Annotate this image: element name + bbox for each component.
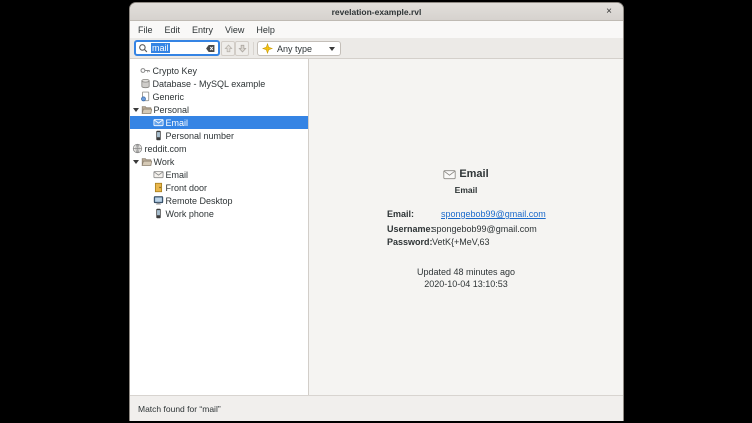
globe-icon [132,143,143,154]
tree-item-database-mysql[interactable]: Database - MySQL example [130,77,308,90]
entry-details-panel: Email Email Email: spongebob99@gmail.com… [309,59,623,395]
email-field-label: Email: [387,209,414,219]
status-message: Match found for “mail” [138,404,221,414]
close-icon[interactable]: × [602,4,616,18]
type-filter-value: Any type [277,44,329,54]
search-input[interactable]: mail [134,40,220,56]
folder-icon [141,104,152,115]
phone-icon [153,208,164,219]
monitor-icon [153,195,164,206]
search-input-value: mail [151,43,170,53]
tree-item-crypto-key[interactable]: Crypto Key [130,64,308,77]
expander-icon[interactable] [133,108,139,112]
tree-item-work-folder[interactable]: Work [130,155,308,168]
tree-item-personal-folder[interactable]: Personal [130,103,308,116]
any-type-star-icon [262,43,273,54]
window-title: revelation-example.rvl [332,7,422,17]
search-icon [138,43,149,54]
database-icon [140,78,151,89]
username-field-label: Username: [387,224,434,234]
menu-file[interactable]: File [132,21,159,38]
email-icon [443,169,456,180]
password-value: VetK{+MeV,63 [432,237,489,247]
tree-item-reddit[interactable]: reddit.com [130,142,308,155]
tree-item-email-personal[interactable]: Email [130,116,308,129]
find-previous-button[interactable] [221,41,235,56]
phone-icon [153,130,164,141]
menu-help[interactable]: Help [250,21,281,38]
email-icon [153,117,164,128]
toolbar: mail An [130,38,623,59]
username-value: spongebob99@gmail.com [432,224,537,234]
arrow-up-icon [223,43,234,54]
tree-item-remote-desktop[interactable]: Remote Desktop [130,194,308,207]
entry-title-row: Email [309,168,623,180]
door-icon [153,182,164,193]
chevron-down-icon [329,47,335,51]
email-icon [153,169,164,180]
desktop-background: revelation-example.rvl × File Edit Entry… [0,0,752,423]
expander-icon[interactable] [133,160,139,164]
tree-item-email-work[interactable]: Email [130,168,308,181]
menu-edit[interactable]: Edit [159,21,187,38]
menu-entry[interactable]: Entry [186,21,219,38]
tree-item-front-door[interactable]: Front door [130,181,308,194]
password-field-label: Password: [387,237,433,247]
clear-search-icon[interactable] [205,43,216,54]
entry-tree: Crypto Key Database - MySQL example Gene… [130,59,309,395]
type-filter-dropdown[interactable]: Any type [257,41,341,56]
menu-view[interactable]: View [219,21,250,38]
key-icon [140,65,151,76]
arrow-down-icon [237,43,248,54]
tree-item-generic[interactable]: Generic [130,90,308,103]
find-next-button[interactable] [235,41,249,56]
entry-title: Email [459,168,488,180]
app-window: revelation-example.rvl × File Edit Entry… [129,2,624,421]
tree-item-work-phone[interactable]: Work phone [130,207,308,220]
tree-item-personal-number[interactable]: Personal number [130,129,308,142]
entry-type-subtitle: Email [309,185,623,195]
menu-bar: File Edit Entry View Help [130,21,623,38]
generic-document-icon [140,91,151,102]
status-bar: Match found for “mail” [130,395,623,421]
folder-icon [141,156,152,167]
email-link[interactable]: spongebob99@gmail.com [441,209,546,219]
main-area: Crypto Key Database - MySQL example Gene… [130,59,623,395]
updated-timestamp: 2020-10-04 13:10:53 [309,279,623,289]
title-bar[interactable]: revelation-example.rvl × [130,3,623,21]
toolbar-separator [253,42,254,55]
updated-relative-text: Updated 48 minutes ago [309,267,623,277]
